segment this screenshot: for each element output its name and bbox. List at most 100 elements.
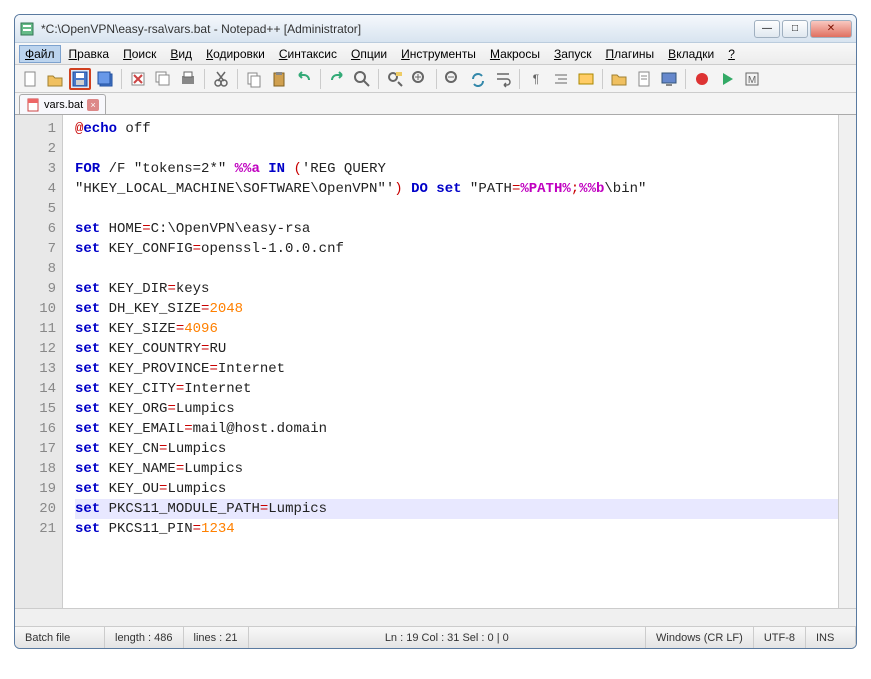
vertical-scrollbar[interactable]: [838, 115, 856, 608]
menu-инструменты[interactable]: Инструменты: [395, 45, 482, 63]
maximize-button[interactable]: □: [782, 20, 808, 38]
code-line[interactable]: set PKCS11_MODULE_PATH=Lumpics: [75, 499, 838, 519]
copy-icon: [245, 70, 263, 88]
code-line[interactable]: [75, 139, 838, 159]
code-line[interactable]: set KEY_SIZE=4096: [75, 319, 838, 339]
doc-button[interactable]: [633, 68, 655, 90]
code-line[interactable]: set DH_KEY_SIZE=2048: [75, 299, 838, 319]
play-button[interactable]: [716, 68, 738, 90]
new-button[interactable]: [19, 68, 41, 90]
toolbar: ¶M: [15, 65, 856, 93]
code-line[interactable]: [75, 199, 838, 219]
menu-опции[interactable]: Опции: [345, 45, 393, 63]
ws-button[interactable]: ¶: [525, 68, 547, 90]
code-line[interactable]: set KEY_DIR=keys: [75, 279, 838, 299]
new-icon: [21, 70, 39, 88]
paste-button[interactable]: [268, 68, 290, 90]
code-line[interactable]: set KEY_COUNTRY=RU: [75, 339, 838, 359]
menu-синтаксис[interactable]: Синтаксис: [273, 45, 343, 63]
statusbar: Batch file length : 486 lines : 21 Ln : …: [15, 626, 856, 648]
code-line[interactable]: set KEY_PROVINCE=Internet: [75, 359, 838, 379]
window-controls: — □ ✕: [754, 20, 852, 38]
redo-icon: [328, 70, 346, 88]
save-icon: [71, 70, 89, 88]
copy-button[interactable]: [243, 68, 265, 90]
zoom-out-button[interactable]: [442, 68, 464, 90]
code-line[interactable]: set HOME=C:\OpenVPN\easy-rsa: [75, 219, 838, 239]
rec-icon: [693, 70, 711, 88]
menu-запуск[interactable]: Запуск: [548, 45, 598, 63]
find-button[interactable]: [351, 68, 373, 90]
code-area[interactable]: @echo off FOR /F "tokens=2*" %%a IN ('REG…: [63, 115, 838, 608]
print-button[interactable]: [177, 68, 199, 90]
play-icon: [718, 70, 736, 88]
save-all-button[interactable]: [94, 68, 116, 90]
status-mode: INS: [806, 627, 856, 648]
menu-?[interactable]: ?: [722, 45, 741, 63]
lang-button[interactable]: [575, 68, 597, 90]
code-line[interactable]: [75, 259, 838, 279]
macro-icon: M: [743, 70, 761, 88]
svg-text:M: M: [748, 75, 756, 86]
macro-button[interactable]: M: [741, 68, 763, 90]
code-line[interactable]: set PKCS11_PIN=1234: [75, 519, 838, 539]
code-line[interactable]: FOR /F "tokens=2*" %%a IN ('REG QUERY: [75, 159, 838, 179]
undo-icon: [295, 70, 313, 88]
menu-поиск[interactable]: Поиск: [117, 45, 162, 63]
window-title: *C:\OpenVPN\easy-rsa\vars.bat - Notepad+…: [41, 22, 754, 36]
status-lines: lines : 21: [184, 627, 249, 648]
sync-button[interactable]: [467, 68, 489, 90]
code-line[interactable]: set KEY_CITY=Internet: [75, 379, 838, 399]
tab-close-icon[interactable]: ×: [87, 99, 99, 111]
code-line[interactable]: set KEY_ORG=Lumpics: [75, 399, 838, 419]
open-icon: [46, 70, 64, 88]
status-filetype: Batch file: [15, 627, 105, 648]
close-button[interactable]: [127, 68, 149, 90]
save-button[interactable]: [69, 68, 91, 90]
wrap-button[interactable]: [492, 68, 514, 90]
close-all-button[interactable]: [152, 68, 174, 90]
monitor-icon: [660, 70, 678, 88]
code-line[interactable]: set KEY_EMAIL=mail@host.domain: [75, 419, 838, 439]
close-button[interactable]: ✕: [810, 20, 852, 38]
lang-icon: [577, 70, 595, 88]
zoom-in-icon: [411, 70, 429, 88]
code-line[interactable]: "HKEY_LOCAL_MACHINE\SOFTWARE\OpenVPN"') …: [75, 179, 838, 199]
redo-button[interactable]: [326, 68, 348, 90]
menu-правка[interactable]: Правка: [63, 45, 116, 63]
menu-файл[interactable]: Файл: [19, 45, 61, 63]
status-position: Ln : 19 Col : 31 Sel : 0 | 0: [249, 627, 647, 648]
ws-icon: ¶: [527, 70, 545, 88]
folder-button[interactable]: [608, 68, 630, 90]
code-line[interactable]: @echo off: [75, 119, 838, 139]
line-gutter: 123456789101112131415161718192021: [15, 115, 63, 608]
cut-button[interactable]: [210, 68, 232, 90]
horizontal-scrollbar[interactable]: [15, 608, 856, 626]
menu-вкладки[interactable]: Вкладки: [662, 45, 720, 63]
save-all-icon: [96, 70, 114, 88]
undo-button[interactable]: [293, 68, 315, 90]
code-line[interactable]: set KEY_OU=Lumpics: [75, 479, 838, 499]
status-length: length : 486: [105, 627, 184, 648]
code-line[interactable]: set KEY_CONFIG=openssl-1.0.0.cnf: [75, 239, 838, 259]
file-tab[interactable]: vars.bat ×: [19, 94, 106, 114]
zoom-in-button[interactable]: [409, 68, 431, 90]
menu-кодировки[interactable]: Кодировки: [200, 45, 271, 63]
monitor-button[interactable]: [658, 68, 680, 90]
sync-icon: [469, 70, 487, 88]
code-line[interactable]: [75, 539, 838, 559]
minimize-button[interactable]: —: [754, 20, 780, 38]
code-line[interactable]: set KEY_NAME=Lumpics: [75, 459, 838, 479]
open-button[interactable]: [44, 68, 66, 90]
rec-button[interactable]: [691, 68, 713, 90]
menu-плагины[interactable]: Плагины: [600, 45, 661, 63]
menu-макросы[interactable]: Макросы: [484, 45, 546, 63]
tabbar: vars.bat ×: [15, 93, 856, 115]
code-line[interactable]: set KEY_CN=Lumpics: [75, 439, 838, 459]
menu-вид[interactable]: Вид: [164, 45, 198, 63]
replace-button[interactable]: [384, 68, 406, 90]
status-eol: Windows (CR LF): [646, 627, 754, 648]
indent-button[interactable]: [550, 68, 572, 90]
close-all-icon: [154, 70, 172, 88]
svg-text:¶: ¶: [533, 72, 539, 86]
